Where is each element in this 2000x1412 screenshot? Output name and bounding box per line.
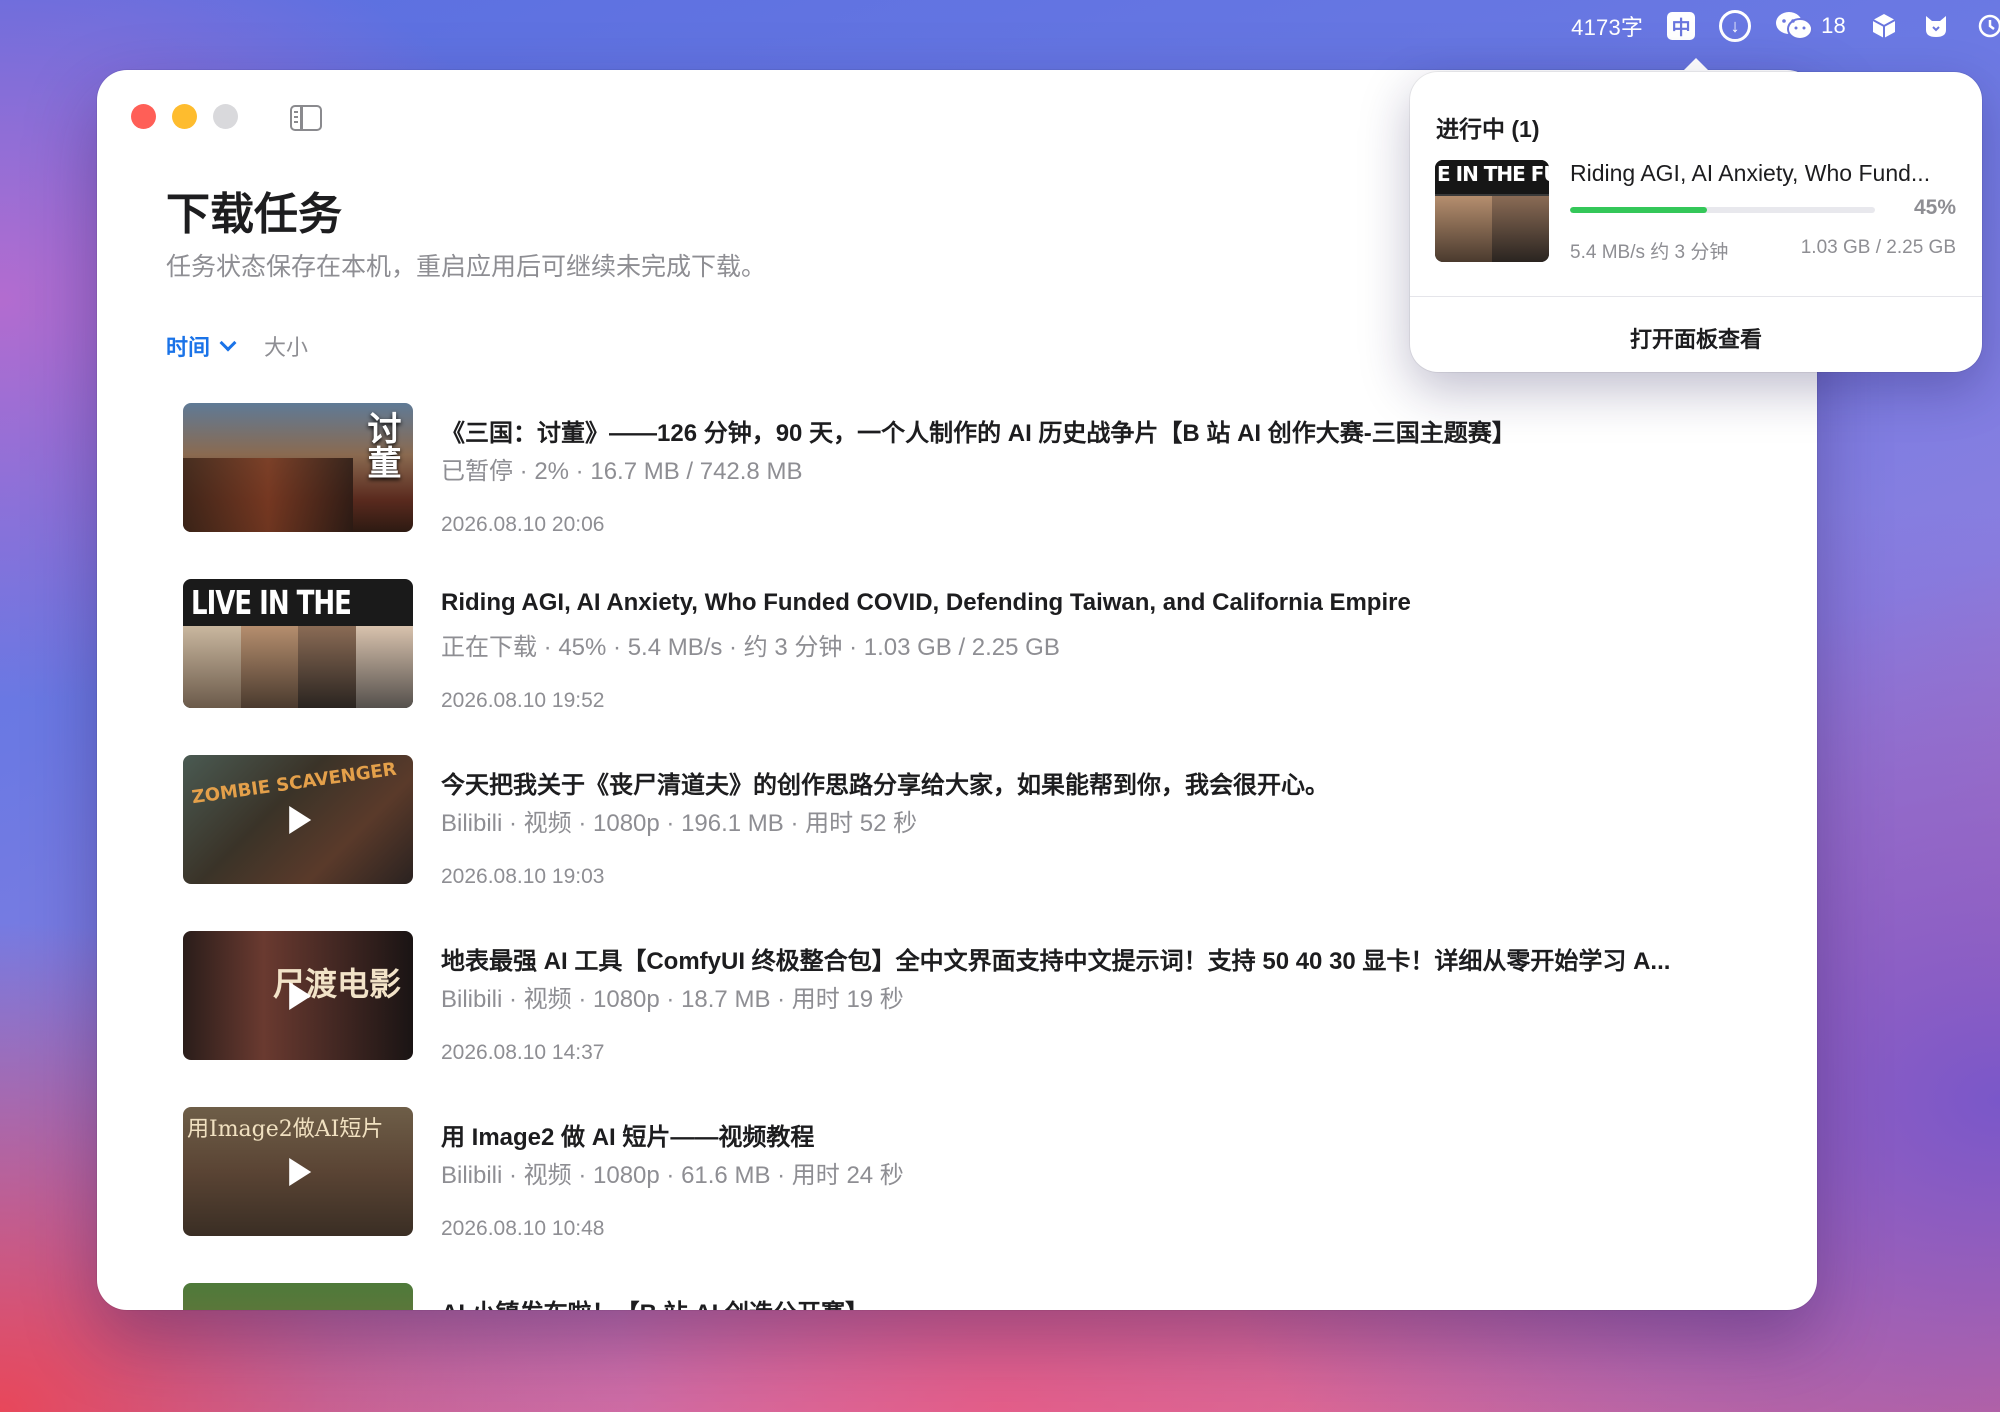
input-method-item[interactable]: 中 xyxy=(1655,0,1707,52)
item-meta: Bilibili · 视频 · 1080p · 61.6 MB · 用时 24 … xyxy=(441,1162,904,1189)
wechat-icon xyxy=(1776,12,1814,40)
item-title: 今天把我关于《丧尸清道夫》的创作思路分享给大家，如果能帮到你，我会很开心。 xyxy=(441,772,1329,799)
play-icon xyxy=(289,805,312,834)
thumbnail: 尺渡电影 xyxy=(183,931,413,1060)
cube-icon xyxy=(1872,14,1896,38)
word-count: 4173字 xyxy=(1571,15,1644,40)
download-icon: ↓ xyxy=(1719,10,1752,42)
sidebar-toggle-icon[interactable] xyxy=(290,105,322,131)
download-item[interactable]: AI 小镇发布啦！【B 站 AI 创造公开赛】 xyxy=(183,1283,1743,1310)
item-date: 2026.08.10 19:52 xyxy=(441,689,605,712)
play-icon xyxy=(289,1157,312,1186)
menu-bar: 4173字 中 ↓ 18 xyxy=(1559,0,2000,52)
item-date: 2026.08.10 10:48 xyxy=(441,1217,605,1240)
input-method-icon: 中 xyxy=(1667,12,1696,40)
download-menu-item[interactable]: ↓ xyxy=(1707,0,1763,52)
download-progress-bar xyxy=(1570,207,1875,213)
time-machine-item[interactable] xyxy=(1962,0,2000,52)
item-meta: Bilibili · 视频 · 1080p · 196.1 MB · 用时 52… xyxy=(441,810,918,837)
thumbnail xyxy=(183,1283,413,1310)
thumbnail-title: 用Image2做AI短片 xyxy=(187,1117,384,1142)
close-button[interactable] xyxy=(131,104,156,129)
item-title: 《三国：讨董》——126 分钟，90 天，一个人制作的 AI 历史战争片【B 站… xyxy=(441,420,1516,447)
divider xyxy=(1410,296,1982,297)
popover-thumbnail[interactable]: E IN THE FUTU xyxy=(1435,160,1549,262)
sort-by-time-button[interactable]: 时间 xyxy=(166,330,237,362)
download-popover: 进行中 (1) E IN THE FUTU Riding AGI, AI Anx… xyxy=(1410,72,1982,372)
sort-time-label: 时间 xyxy=(166,335,211,360)
download-item[interactable]: 讨董 《三国：讨董》——126 分钟，90 天，一个人制作的 AI 历史战争片【… xyxy=(183,403,1743,579)
thumbnail: 用Image2做AI短片 xyxy=(183,1107,413,1236)
chevron-down-icon xyxy=(219,334,237,352)
item-date: 2026.08.10 20:06 xyxy=(441,513,605,536)
window-controls xyxy=(131,104,238,129)
thumbnail: LIVE IN THE FUTURE xyxy=(183,579,413,708)
play-icon xyxy=(289,981,312,1010)
download-item[interactable]: 尺渡电影 地表最强 AI 工具【ComfyUI 终极整合包】全中文界面支持中文提… xyxy=(183,931,1743,1107)
wechat-badge: 18 xyxy=(1821,13,1846,38)
box-menu-item[interactable] xyxy=(1858,0,1910,52)
item-meta: 已暂停 · 2% · 16.7 MB / 742.8 MB xyxy=(441,458,803,485)
wechat-menu-item[interactable]: 18 xyxy=(1763,0,1858,52)
download-item[interactable]: 用Image2做AI短片 用 Image2 做 AI 短片——视频教程 Bili… xyxy=(183,1107,1743,1283)
cat-icon xyxy=(1926,16,1946,37)
item-meta: 正在下载 · 45% · 5.4 MB/s · 约 3 分钟 · 1.03 GB… xyxy=(441,634,1060,661)
thumbnail-title: ZOMBIE SCAVENGER xyxy=(190,758,398,809)
thumbnail: 讨董 xyxy=(183,403,413,532)
download-item[interactable]: ZOMBIE SCAVENGER 今天把我关于《丧尸清道夫》的创作思路分享给大家… xyxy=(183,755,1743,931)
download-speed: 5.4 MB/s 约 3 分钟 xyxy=(1570,242,1729,263)
download-list: 讨董 《三国：讨董》——126 分钟，90 天，一个人制作的 AI 历史战争片【… xyxy=(183,403,1743,1310)
sort-by-size-button[interactable]: 大小 xyxy=(264,330,308,362)
thumbnail: ZOMBIE SCAVENGER xyxy=(183,755,413,884)
popover-item-title[interactable]: Riding AGI, AI Anxiety, Who Fund... xyxy=(1570,160,1930,187)
sort-bar: 时间 大小 xyxy=(166,330,308,362)
page-subtitle: 任务状态保存在本机，重启应用后可继续未完成下载。 xyxy=(166,253,767,281)
download-percent: 45% xyxy=(1913,196,1956,219)
download-progress-fill xyxy=(1570,207,1708,213)
cat-menu-item[interactable] xyxy=(1910,0,1962,52)
item-title: AI 小镇发布啦！【B 站 AI 创造公开赛】 xyxy=(441,1293,869,1310)
clock-history-icon xyxy=(1978,14,2000,38)
item-title: Riding AGI, AI Anxiety, Who Funded COVID… xyxy=(441,589,1411,616)
zoom-button[interactable] xyxy=(213,104,238,129)
in-progress-heading: 进行中 (1) xyxy=(1436,116,1540,142)
item-date: 2026.08.10 14:37 xyxy=(441,1041,605,1064)
item-date: 2026.08.10 19:03 xyxy=(441,865,605,888)
item-title: 地表最强 AI 工具【ComfyUI 终极整合包】全中文界面支持中文提示词！支持… xyxy=(441,948,1671,975)
item-title: 用 Image2 做 AI 短片——视频教程 xyxy=(441,1124,815,1151)
open-panel-button[interactable]: 打开面板查看 xyxy=(1410,322,1982,354)
word-count-item[interactable]: 4173字 xyxy=(1559,0,1655,52)
page-title: 下载任务 xyxy=(166,190,342,239)
download-item[interactable]: LIVE IN THE FUTURE Riding AGI, AI Anxiet… xyxy=(183,579,1743,755)
popover-thumbnail-title: E IN THE FUTU xyxy=(1437,162,1549,186)
item-meta: Bilibili · 视频 · 1080p · 18.7 MB · 用时 19 … xyxy=(441,986,904,1013)
download-size: 1.03 GB / 2.25 GB xyxy=(1800,237,1956,258)
minimize-button[interactable] xyxy=(172,104,197,129)
thumbnail-title: 讨董 xyxy=(361,411,401,479)
